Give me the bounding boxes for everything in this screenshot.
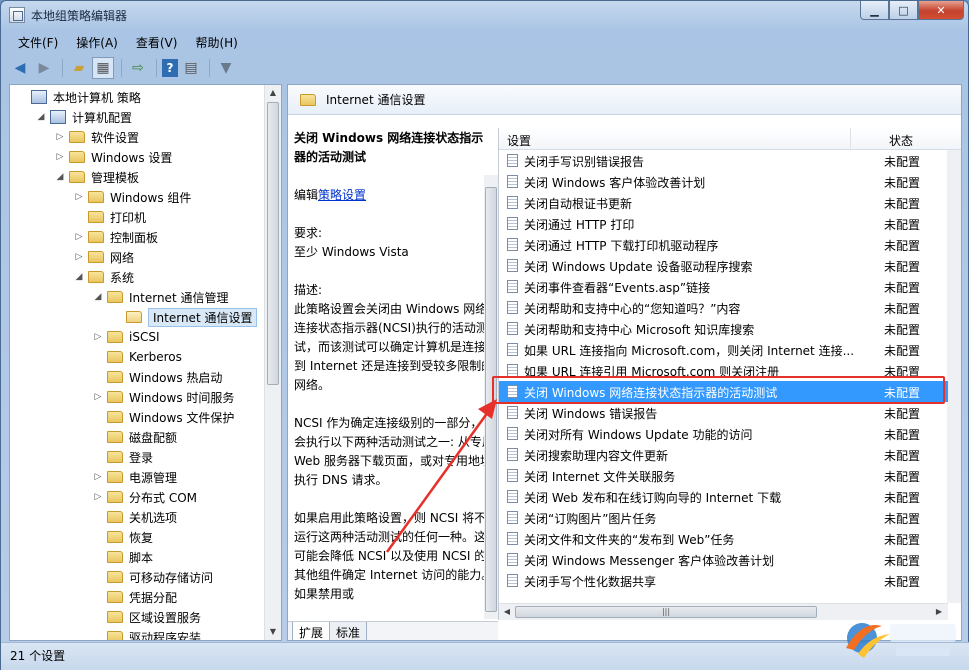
site-watermark-logo <box>846 623 956 658</box>
annotation-arrow <box>385 399 497 553</box>
